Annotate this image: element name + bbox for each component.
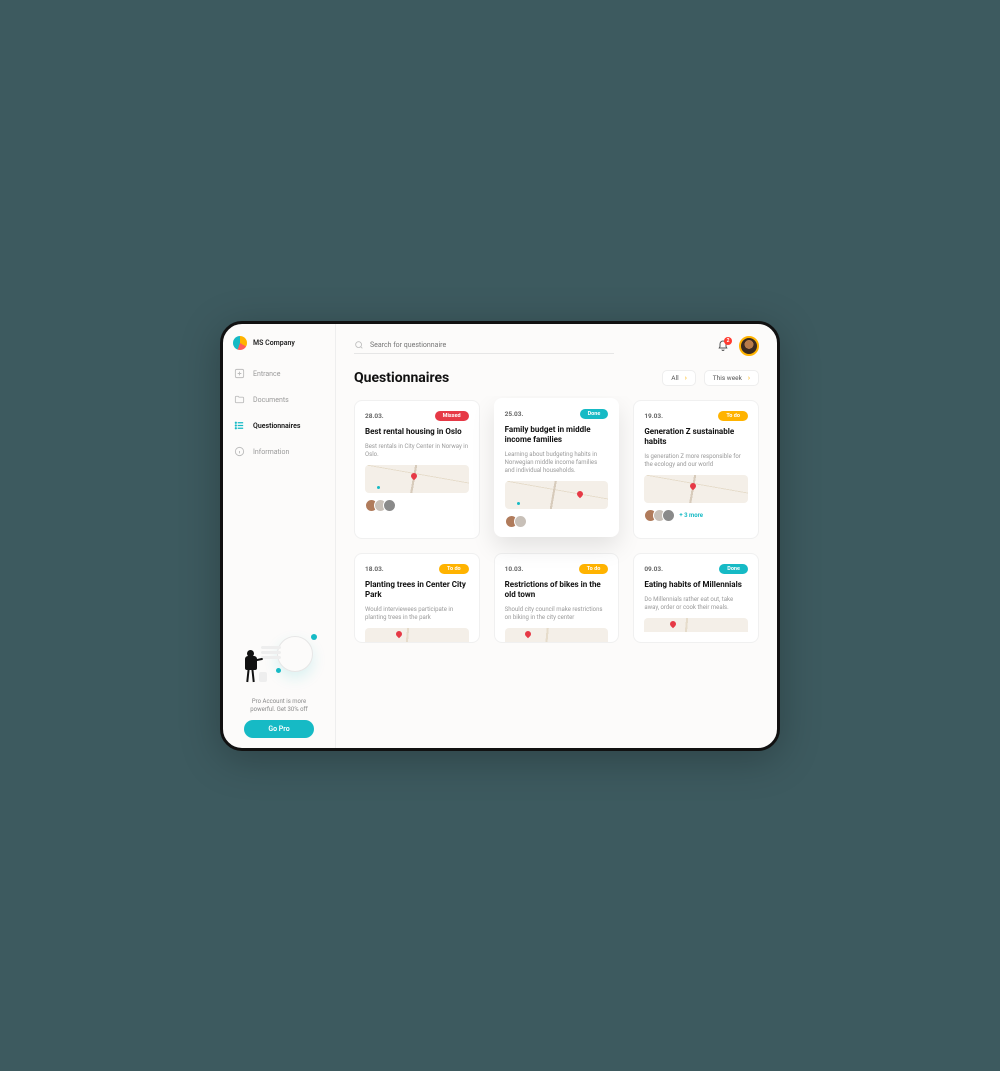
participant-avatar (383, 499, 396, 512)
page-title: Questionnaires (354, 370, 449, 386)
page-header: Questionnaires All › This week › (336, 366, 777, 396)
map-thumbnail (505, 628, 609, 642)
map-pin-icon (689, 481, 697, 489)
card-grid: 28.03. Missed Best rental housing in Osl… (336, 396, 777, 748)
card-date: 09.03. (644, 565, 663, 573)
participants: + 3 more (644, 509, 748, 522)
map-pin-icon (517, 502, 520, 505)
status-badge-todo: To do (579, 564, 609, 574)
chevron-right-icon: › (748, 374, 750, 382)
notification-count-badge: 2 (724, 337, 732, 345)
card-description: Best rentals in City Center in Norway in… (365, 443, 469, 459)
card-date: 19.03. (644, 412, 663, 420)
user-avatar[interactable] (739, 336, 759, 356)
card-date: 18.03. (365, 565, 384, 573)
sidebar-item-documents[interactable]: Documents (233, 394, 325, 406)
participant-avatar (514, 515, 527, 528)
sidebar: MS Company Entrance Documents Questionna… (223, 324, 336, 748)
participants-more[interactable]: + 3 more (679, 512, 703, 519)
brand-logo-icon (233, 336, 247, 350)
map-pin-icon (576, 490, 584, 498)
filter-range-button[interactable]: This week › (704, 370, 759, 386)
brand: MS Company (233, 336, 325, 350)
status-badge-missed: Missed (435, 411, 469, 421)
status-badge-done: Done (580, 409, 609, 419)
card-description: Learning about budgeting habits in Norwe… (505, 451, 609, 475)
questionnaire-card[interactable]: 28.03. Missed Best rental housing in Osl… (354, 400, 480, 539)
promo-illustration (239, 632, 319, 692)
map-pin-icon (395, 630, 403, 638)
filter-group: All › This week › (662, 370, 759, 386)
status-badge-todo: To do (439, 564, 469, 574)
map-thumbnail (365, 465, 469, 493)
questionnaire-card[interactable]: 19.03. To do Generation Z sustainable ha… (633, 400, 759, 539)
card-title: Family budget in middle income families (505, 425, 609, 445)
info-icon (233, 446, 245, 458)
card-date: 10.03. (505, 565, 524, 573)
card-description: Should city council make restrictions on… (505, 606, 609, 622)
filter-range-label: This week (713, 374, 742, 382)
list-icon (233, 420, 245, 432)
search-input[interactable] (370, 341, 614, 349)
sidebar-item-entrance[interactable]: Entrance (233, 368, 325, 380)
chevron-right-icon: › (685, 374, 687, 382)
plus-box-icon (233, 368, 245, 380)
participants (505, 515, 609, 528)
sidebar-item-information[interactable]: Information (233, 446, 325, 458)
map-thumbnail (505, 481, 609, 509)
folder-icon (233, 394, 245, 406)
go-pro-button[interactable]: Go Pro (244, 720, 314, 738)
map-thumbnail (365, 628, 469, 642)
card-date: 28.03. (365, 412, 384, 420)
app-window: MS Company Entrance Documents Questionna… (220, 321, 780, 751)
card-header: 28.03. Missed (365, 411, 469, 421)
sidebar-nav: Entrance Documents Questionnaires Inform… (233, 368, 325, 458)
search-icon (354, 340, 364, 350)
sidebar-item-label: Questionnaires (253, 422, 300, 430)
promo-text: Pro Account is more powerful. Get 30% of… (240, 698, 318, 714)
card-title: Generation Z sustainable habits (644, 427, 748, 447)
sidebar-item-label: Documents (253, 396, 289, 404)
map-pin-icon (524, 630, 532, 638)
status-badge-done: Done (719, 564, 748, 574)
search-field[interactable] (354, 337, 614, 354)
sidebar-item-questionnaires[interactable]: Questionnaires (233, 420, 325, 432)
card-title: Eating habits of Millennials (644, 580, 748, 590)
filter-scope-label: All (671, 374, 678, 382)
sidebar-item-label: Information (253, 448, 289, 456)
participants (365, 499, 469, 512)
questionnaire-card[interactable]: 09.03. Done Eating habits of Millennials… (633, 553, 759, 643)
card-header: 09.03. Done (644, 564, 748, 574)
questionnaire-card[interactable]: 18.03. To do Planting trees in Center Ci… (354, 553, 480, 643)
brand-name: MS Company (253, 339, 295, 347)
card-header: 18.03. To do (365, 564, 469, 574)
map-pin-icon (669, 620, 677, 628)
status-badge-todo: To do (718, 411, 748, 421)
card-title: Planting trees in Center City Park (365, 580, 469, 600)
map-thumbnail (644, 475, 748, 503)
topbar: 2 (336, 324, 777, 366)
card-description: Would interviewees participate in planti… (365, 606, 469, 622)
map-pin-icon (377, 486, 380, 489)
card-title: Restrictions of bikes in the old town (505, 580, 609, 600)
card-description: Is generation Z more responsible for the… (644, 453, 748, 469)
card-header: 19.03. To do (644, 411, 748, 421)
card-description: Do Millennials rather eat out, take away… (644, 596, 748, 612)
card-title: Best rental housing in Oslo (365, 427, 469, 437)
map-pin-icon (409, 471, 417, 479)
main-content: 2 Questionnaires All › This week › (336, 324, 777, 748)
sidebar-item-label: Entrance (253, 370, 280, 378)
map-thumbnail (644, 618, 748, 632)
card-date: 25.03. (505, 410, 524, 418)
notifications-button[interactable]: 2 (717, 340, 729, 352)
card-header: 10.03. To do (505, 564, 609, 574)
card-header: 25.03. Done (505, 409, 609, 419)
questionnaire-card[interactable]: 10.03. To do Restrictions of bikes in th… (494, 553, 620, 643)
promo-panel: Pro Account is more powerful. Get 30% of… (233, 632, 325, 738)
questionnaire-card[interactable]: 25.03. Done Family budget in middle inco… (494, 398, 620, 537)
participant-avatar (662, 509, 675, 522)
filter-scope-button[interactable]: All › (662, 370, 696, 386)
